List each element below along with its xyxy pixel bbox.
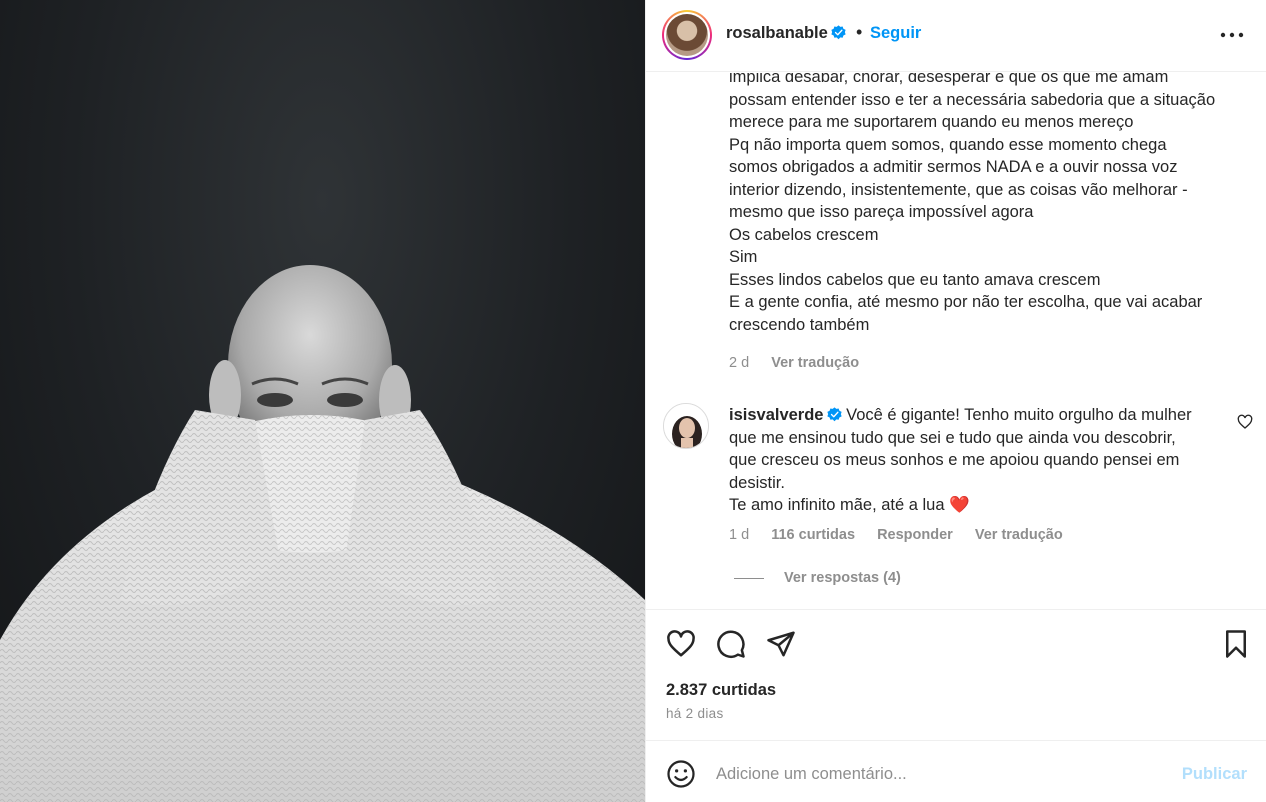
comment-line: Você é gigante! Tenho muito orgulho da m… <box>846 406 1192 424</box>
post-actions: 2.837 curtidas há 2 dias <box>646 611 1266 741</box>
commenter-avatar[interactable] <box>663 403 709 449</box>
caption-line: mesmo que isso pareça impossível agora <box>729 203 1034 221</box>
author-username[interactable]: rosalbanable <box>726 24 846 43</box>
caption-meta: 2 d Ver tradução <box>729 355 877 371</box>
caption-time: 2 d <box>729 355 750 371</box>
publish-button[interactable]: Publicar <box>1182 765 1247 784</box>
caption-line: somos obrigados a admitir sermos NADA e … <box>729 158 1178 176</box>
comment-reply-link[interactable]: Responder <box>877 527 953 543</box>
follow-button[interactable]: Seguir <box>870 24 921 43</box>
comment-line: que cresceu os meus sonhos e me apoiou q… <box>729 451 1180 469</box>
post-caption: implica desabar, chorar, desesperar e qu… <box>729 73 1229 336</box>
caption-line: E a gente confia, até mesmo por não ter … <box>729 293 1203 311</box>
caption-line: Esses lindos cabelos que eu tanto amava … <box>729 270 1101 289</box>
caption-line: Sim <box>729 248 758 266</box>
view-replies-button[interactable]: Ver respostas (4) <box>734 570 901 586</box>
post-photo[interactable] <box>0 0 645 802</box>
caption-line: crescendo também <box>729 315 870 334</box>
caption-line: interior dizendo, insistentemente, que a… <box>729 180 1188 199</box>
author-avatar[interactable] <box>662 10 712 60</box>
view-replies-label: Ver respostas (4) <box>784 570 901 586</box>
post-side-panel: rosalbanable • Seguir implica desabar, c… <box>645 0 1266 802</box>
caption-line: Pq não importa quem somos, quando esse m… <box>729 135 1167 154</box>
comments-section[interactable]: implica desabar, chorar, desesperar e qu… <box>646 73 1266 610</box>
comment-likes-count[interactable]: 116 curtidas <box>771 527 855 543</box>
comment-translate-link[interactable]: Ver tradução <box>975 527 1063 543</box>
comment-line: desistir. <box>729 473 785 492</box>
post-date[interactable]: há 2 dias <box>666 706 724 721</box>
post-photo-illustration <box>0 265 645 802</box>
verified-badge-icon <box>826 407 842 422</box>
post-likes-count[interactable]: 2.837 curtidas <box>666 681 776 700</box>
like-comment-heart-icon[interactable] <box>1237 414 1253 430</box>
comment-meta: 1 d 116 curtidas Responder Ver tradução <box>729 527 1081 543</box>
caption-translate-link[interactable]: Ver tradução <box>771 355 859 371</box>
comment-line: que me ensinou tudo que sei e tudo que a… <box>729 428 1176 447</box>
comment-body: isisvalverde Você é gigante! Tenho muito… <box>729 404 1229 517</box>
comment-input[interactable] <box>716 760 1156 788</box>
share-send-icon[interactable] <box>766 629 796 659</box>
add-comment-bar: Publicar <box>646 742 1266 802</box>
caption-line: merece para me suportarem quando eu meno… <box>729 113 1134 131</box>
caption-line: Os cabelos crescem <box>729 225 879 244</box>
comment-bubble-icon[interactable] <box>716 629 746 659</box>
post-header: rosalbanable • Seguir <box>646 0 1266 72</box>
commenter-username[interactable]: isisvalverde <box>729 406 824 424</box>
replies-divider <box>734 577 764 579</box>
commenter-avatar-image <box>664 404 708 448</box>
caption-line: implica desabar, chorar, desesperar e qu… <box>729 73 1169 86</box>
bookmark-save-icon[interactable] <box>1221 629 1251 659</box>
like-heart-icon[interactable] <box>666 629 696 659</box>
emoji-smiley-icon[interactable] <box>666 759 696 789</box>
more-horizontal-icon[interactable] <box>1217 22 1247 48</box>
header-separator: • <box>856 22 863 42</box>
red-heart-emoji: ❤️ <box>949 496 970 514</box>
caption-line: possam entender isso e ter a necessária … <box>729 90 1216 109</box>
comment-time: 1 d <box>729 527 750 543</box>
verified-badge-icon <box>831 25 846 40</box>
comment-line: Te amo infinito mãe, até a lua <box>729 496 945 514</box>
